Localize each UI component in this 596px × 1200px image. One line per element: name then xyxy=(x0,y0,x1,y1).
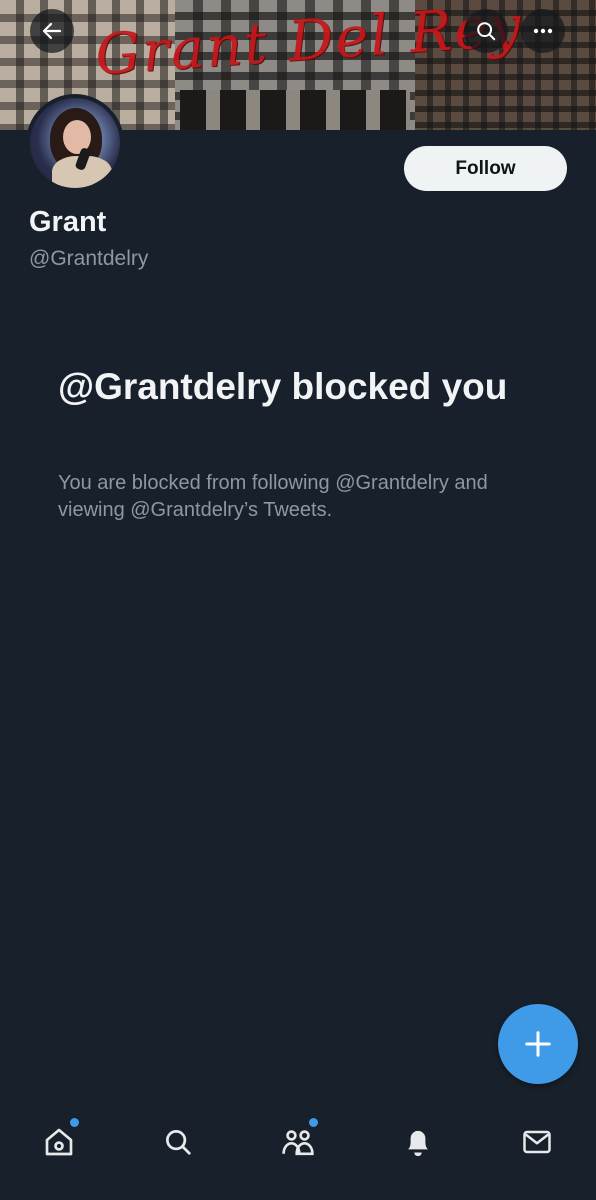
search-button[interactable] xyxy=(464,9,508,53)
search-icon xyxy=(477,22,496,41)
communities-badge-dot xyxy=(309,1118,318,1127)
nav-messages[interactable] xyxy=(515,1120,559,1164)
avatar[interactable] xyxy=(26,94,124,192)
back-button[interactable] xyxy=(30,9,74,53)
blocked-description: You are blocked from following @Grantdel… xyxy=(58,472,488,521)
notifications-bell-icon xyxy=(408,1130,428,1157)
follow-button[interactable]: Follow xyxy=(404,146,567,191)
home-badge-dot xyxy=(70,1118,79,1127)
more-horizontal-icon xyxy=(533,28,553,34)
messages-envelope-icon xyxy=(523,1130,551,1154)
banner-arches xyxy=(180,90,410,130)
compose-tweet-button[interactable] xyxy=(498,1004,578,1084)
bottom-navigation xyxy=(0,1100,596,1200)
blocked-title: @Grantdelry blocked you xyxy=(58,366,508,407)
profile-handle: @Grantdelry xyxy=(29,247,149,270)
plus-icon xyxy=(525,1031,551,1057)
communities-icon xyxy=(282,1130,314,1156)
arrow-left-icon xyxy=(42,22,62,40)
nav-home[interactable] xyxy=(37,1118,81,1164)
more-options-button[interactable] xyxy=(521,9,565,53)
profile-display-name: Grant xyxy=(29,206,107,238)
search-icon xyxy=(166,1130,191,1155)
nav-search[interactable] xyxy=(156,1120,200,1164)
nav-notifications[interactable] xyxy=(396,1120,440,1164)
home-icon xyxy=(45,1128,73,1156)
nav-communities[interactable] xyxy=(276,1118,320,1164)
